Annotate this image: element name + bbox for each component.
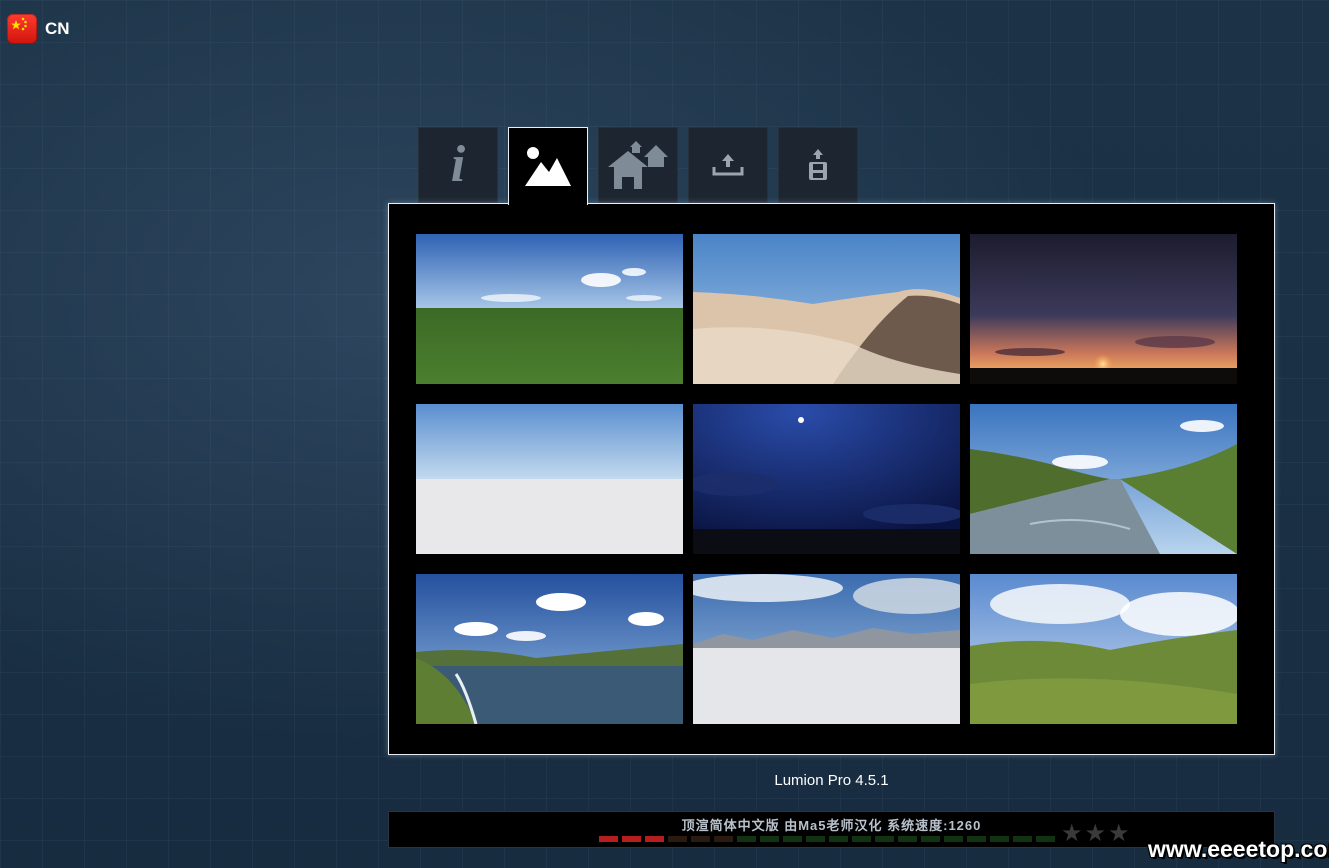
star-icon: ★ [1108, 820, 1130, 847]
language-selector[interactable]: CN [7, 14, 70, 44]
landscape-grid [416, 234, 1237, 724]
speed-meter-segment [783, 836, 802, 842]
landscape-icon [525, 146, 571, 186]
speed-meter-segment [1013, 836, 1032, 842]
speed-meter-segment [806, 836, 825, 842]
speed-meter-segment [898, 836, 917, 842]
tab-info[interactable]: i [418, 127, 498, 203]
tab-landscape[interactable] [508, 127, 588, 205]
upload-icon [712, 154, 744, 176]
speed-meter-segment [967, 836, 986, 842]
speed-meter-segment [875, 836, 894, 842]
speed-meter-segment [622, 836, 641, 842]
version-label: Lumion Pro 4.5.1 [774, 772, 889, 789]
speed-meter-segment [990, 836, 1009, 842]
status-bar: 顶渲简体中文版 由Ma5老师汉化 系统速度:1260 ★ ★ ★ [388, 811, 1275, 848]
lake-scene[interactable] [416, 574, 683, 724]
language-code: CN [45, 19, 70, 38]
speed-meter-segment [668, 836, 687, 842]
info-icon: i [450, 136, 466, 193]
green-hills-scene[interactable] [970, 574, 1237, 724]
star-icon: ★ [1084, 820, 1107, 847]
river-valley-scene[interactable] [970, 404, 1237, 554]
rating-stars: ★ ★ ★ [1061, 822, 1130, 846]
speed-meter-segment [829, 836, 848, 842]
houses-icon [608, 141, 668, 189]
tab-load-scene[interactable] [688, 127, 768, 203]
speed-meter-segment [737, 836, 756, 842]
speed-meter-segment [1036, 836, 1055, 842]
speed-meter-segment [714, 836, 733, 842]
speed-meter-segment [852, 836, 871, 842]
desert-scene[interactable] [693, 234, 960, 384]
speed-meter-segment [921, 836, 940, 842]
mode-tabs: i [418, 127, 858, 205]
speed-meter-segment [944, 836, 963, 842]
speed-meter-segment [645, 836, 664, 842]
status-text: 顶渲简体中文版 由Ma5老师汉化 系统速度:1260 [681, 818, 982, 833]
grassland-scene[interactable] [416, 234, 683, 384]
speed-meter-segment [760, 836, 779, 842]
tab-new-scene[interactable] [598, 127, 678, 203]
star-icon: ★ [1061, 820, 1083, 847]
speed-meter-segment [691, 836, 710, 842]
watermark: www.eeeetop.com [1148, 836, 1329, 862]
speed-meter [599, 836, 1055, 842]
tab-save-scene[interactable] [778, 127, 858, 203]
save-icon [809, 149, 827, 180]
speed-meter-segment [599, 836, 618, 842]
china-flag-icon [7, 14, 37, 44]
night-scene[interactable] [693, 404, 960, 554]
landscape-panel [388, 203, 1275, 755]
white-plane-scene[interactable] [416, 404, 683, 554]
snow-scene[interactable] [693, 574, 960, 724]
sunset-scene[interactable] [970, 234, 1237, 384]
